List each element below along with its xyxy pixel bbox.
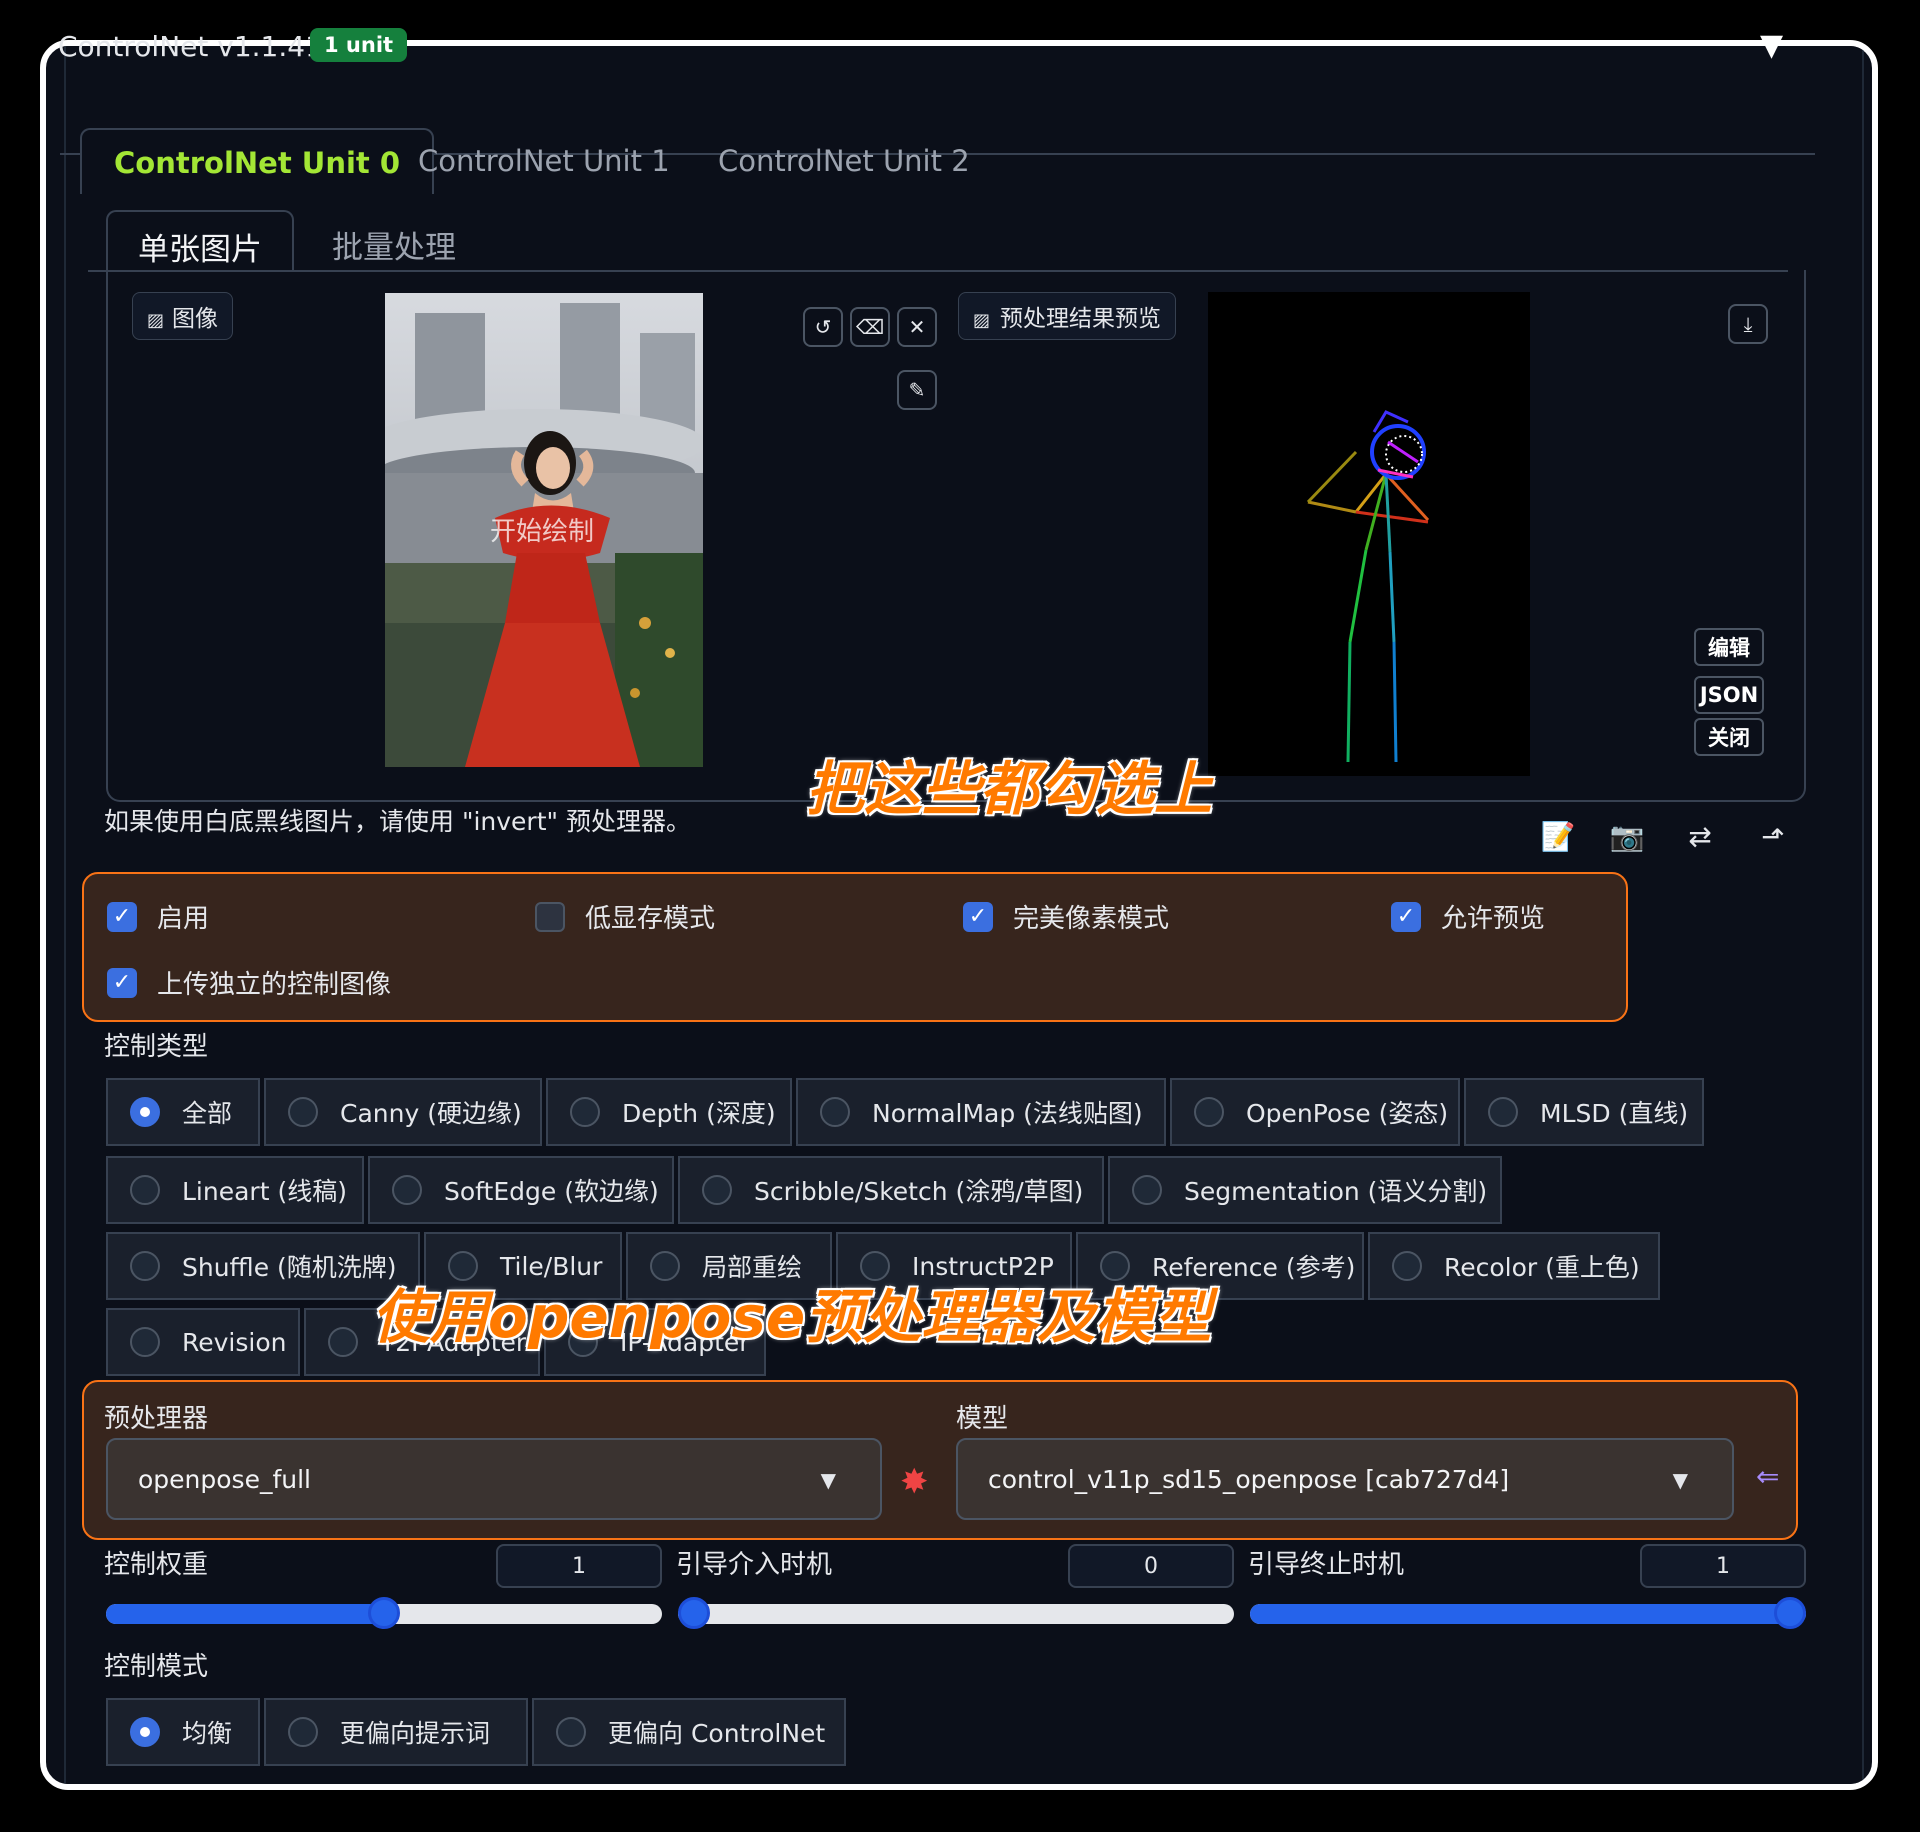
close-icon[interactable]: ✕ xyxy=(897,307,937,347)
radio-empty-icon xyxy=(288,1717,318,1747)
preprocessor-dropdown[interactable]: openpose_full ▼ xyxy=(106,1438,882,1520)
send-dimensions-icon[interactable]: ⬏ xyxy=(1753,820,1793,856)
checkbox-allow-preview[interactable]: ✓ 允许预览 xyxy=(1391,898,1545,935)
tab-batch[interactable]: 批量处理 xyxy=(302,210,486,270)
edit-button[interactable]: 编辑 xyxy=(1694,628,1764,666)
chevron-down-icon: ▼ xyxy=(820,1468,836,1492)
radio-empty-icon xyxy=(556,1717,586,1747)
model-label: 模型 xyxy=(956,1404,1009,1434)
end-input[interactable]: 1 xyxy=(1640,1544,1806,1588)
end-slider[interactable] xyxy=(1250,1597,1806,1629)
radio-recolor[interactable]: Recolor (重上色) xyxy=(1368,1232,1660,1300)
radio-empty-icon xyxy=(288,1097,318,1127)
radio-depth[interactable]: Depth (深度) xyxy=(546,1078,792,1146)
input-image-label: ▨ 图像 xyxy=(132,292,234,340)
radio-selected-icon xyxy=(130,1097,160,1127)
start-slider[interactable] xyxy=(678,1597,1234,1629)
undo-icon[interactable]: ↺ xyxy=(803,307,843,347)
image-icon: ▨ xyxy=(973,310,991,331)
radio-empty-icon xyxy=(1132,1175,1162,1205)
start-input[interactable]: 0 xyxy=(1068,1544,1234,1588)
radio-empty-icon xyxy=(820,1097,850,1127)
model-dropdown[interactable]: control_v11p_sd15_openpose [cab727d4] ▼ xyxy=(956,1438,1734,1520)
radio-lineart[interactable]: Lineart (线稿) xyxy=(106,1156,364,1224)
input-photo[interactable]: 开始绘制 xyxy=(385,293,703,767)
tab-unit-1[interactable]: ControlNet Unit 1 xyxy=(386,128,702,188)
download-icon[interactable]: ⤓ xyxy=(1728,304,1768,344)
preprocessor-label: 预处理器 xyxy=(104,1404,209,1434)
radio-revision[interactable]: Revision xyxy=(106,1308,300,1376)
checkbox-pixel-perfect[interactable]: ✓ 完美像素模式 xyxy=(963,898,1169,935)
close-button[interactable]: 关闭 xyxy=(1694,718,1764,756)
slider-fill xyxy=(1250,1604,1806,1624)
radio-empty-icon xyxy=(1392,1251,1422,1281)
control-type-label: 控制类型 xyxy=(104,1032,209,1062)
image-icon: ▨ xyxy=(147,310,165,331)
preview-label: ▨ 预处理结果预览 xyxy=(958,292,1177,340)
radio-scribble[interactable]: Scribble/Sketch (涂鸦/草图) xyxy=(678,1156,1104,1224)
checkbox-empty-icon xyxy=(535,901,565,932)
radio-openpose[interactable]: OpenPose (姿态) xyxy=(1170,1078,1460,1146)
weight-slider[interactable] xyxy=(106,1597,662,1629)
radio-empty-icon xyxy=(328,1327,358,1357)
eraser-icon[interactable]: ⌫ xyxy=(850,307,890,347)
slider-label-weight: 控制权重 xyxy=(104,1550,209,1580)
slider-thumb[interactable] xyxy=(368,1597,400,1629)
radio-normalmap[interactable]: NormalMap (法线贴图) xyxy=(796,1078,1166,1146)
radio-segmentation[interactable]: Segmentation (语义分割) xyxy=(1108,1156,1502,1224)
check-icon: ✓ xyxy=(1391,901,1421,932)
tab-unit-2[interactable]: ControlNet Unit 2 xyxy=(686,128,1002,188)
radio-mode-controlnet[interactable]: 更偏向 ControlNet xyxy=(532,1698,846,1766)
slider-thumb[interactable] xyxy=(1774,1597,1806,1629)
radio-mode-balanced[interactable]: 均衡 xyxy=(106,1698,260,1766)
image-panel xyxy=(106,270,1806,802)
camera-icon[interactable]: 📷 xyxy=(1607,820,1647,856)
radio-mlsd[interactable]: MLSD (直线) xyxy=(1464,1078,1704,1146)
radio-canny[interactable]: Canny (硬边缘) xyxy=(264,1078,542,1146)
weight-input[interactable]: 1 xyxy=(496,1544,662,1588)
annotation-check-note: 把这些都勾选上 xyxy=(806,755,1213,823)
tab-unit-0[interactable]: ControlNet Unit 0 xyxy=(80,128,435,194)
checkbox-low-vram[interactable]: 低显存模式 xyxy=(535,898,715,935)
pose-preview-canvas xyxy=(1208,292,1530,776)
radio-empty-icon xyxy=(130,1175,160,1205)
radio-empty-icon xyxy=(392,1175,422,1205)
radio-all[interactable]: 全部 xyxy=(106,1078,260,1146)
openpose-skeleton xyxy=(1306,410,1430,763)
brush-icon[interactable]: ✎ xyxy=(897,370,937,410)
control-mode-label: 控制模式 xyxy=(104,1652,209,1682)
panel-title: ControlNet v1.1.410 xyxy=(58,30,341,63)
checkbox-upload-independent[interactable]: ✓ 上传独立的控制图像 xyxy=(107,964,391,1001)
photo-overlay-text: 开始绘制 xyxy=(490,517,595,547)
radio-empty-icon xyxy=(130,1251,160,1281)
json-button[interactable]: JSON xyxy=(1694,676,1764,714)
notepad-icon[interactable]: 📝 xyxy=(1538,820,1578,856)
chevron-down-icon: ▼ xyxy=(1672,1468,1688,1492)
check-icon: ✓ xyxy=(107,967,137,998)
check-icon: ✓ xyxy=(963,901,993,932)
tab-single-image[interactable]: 单张图片 xyxy=(106,210,294,270)
slider-thumb[interactable] xyxy=(678,1597,710,1629)
radio-selected-icon xyxy=(130,1717,160,1747)
radio-empty-icon xyxy=(1488,1097,1518,1127)
slider-label-start: 引导介入时机 xyxy=(676,1550,833,1580)
radio-empty-icon xyxy=(130,1327,160,1357)
annotation-model-note: 使用openpose预处理器及模型 xyxy=(372,1283,1212,1351)
radio-empty-icon xyxy=(702,1175,732,1205)
refresh-models-icon[interactable]: ⇐ xyxy=(1756,1460,1779,1493)
radio-empty-icon xyxy=(570,1097,600,1127)
slider-label-end: 引导终止时机 xyxy=(1248,1550,1405,1580)
radio-mode-prompt[interactable]: 更偏向提示词 xyxy=(264,1698,528,1766)
radio-empty-icon xyxy=(1194,1097,1224,1127)
unit-count-badge: 1 unit xyxy=(310,28,408,62)
radio-softedge[interactable]: SoftEdge (软边缘) xyxy=(368,1156,674,1224)
invert-hint: 如果使用白底黑线图片，请使用 "invert" 预处理器。 xyxy=(104,807,691,836)
triangle-down-icon[interactable]: ▼ xyxy=(1760,28,1783,63)
check-icon: ✓ xyxy=(107,901,137,932)
checkbox-enable[interactable]: ✓ 启用 xyxy=(107,898,209,935)
swap-icon[interactable]: ⇄ xyxy=(1680,820,1720,856)
slider-fill xyxy=(106,1604,384,1624)
run-preprocessor-icon[interactable]: ✸ xyxy=(900,1462,929,1502)
